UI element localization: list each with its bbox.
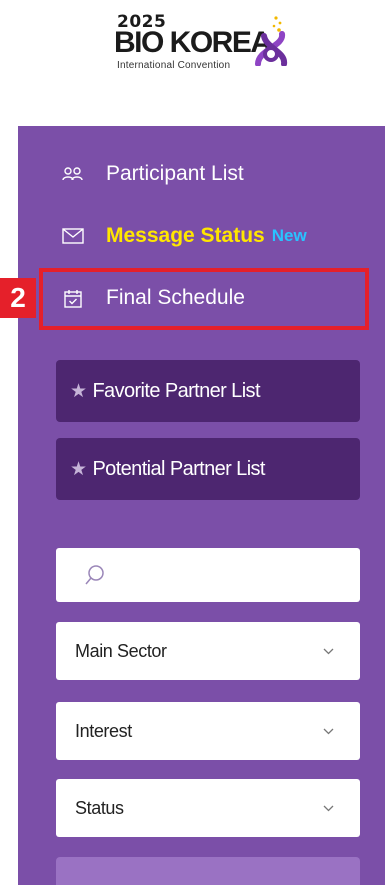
search-icon xyxy=(85,565,104,585)
search-submit-button[interactable] xyxy=(56,857,360,885)
chevron-down-icon xyxy=(323,648,334,655)
annotation-number: 2 xyxy=(0,278,36,318)
participant-list-label: Participant List xyxy=(106,162,244,185)
interest-label: Interest xyxy=(75,720,132,741)
favorite-partner-list-label: Favorite Partner List xyxy=(92,379,260,402)
status-label: Status xyxy=(75,797,124,818)
search-input[interactable] xyxy=(112,548,360,602)
logo-name: BIO KOREA xyxy=(114,26,272,59)
favorite-partner-list-button[interactable]: ★ Favorite Partner List xyxy=(56,360,360,422)
star-icon: ★ xyxy=(70,380,87,402)
main-sector-dropdown[interactable]: Main Sector xyxy=(56,622,360,680)
annotation-highlight-box xyxy=(39,268,369,330)
dna-helix-icon xyxy=(255,16,288,66)
logo-subtitle: International Convention xyxy=(117,60,231,71)
nav-message-status[interactable]: Message Status New xyxy=(62,220,307,252)
message-status-label: Message Status xyxy=(106,224,265,247)
chevron-down-icon xyxy=(323,805,334,812)
status-dropdown[interactable]: Status xyxy=(56,779,360,837)
interest-dropdown[interactable]: Interest xyxy=(56,702,360,760)
chevron-down-icon xyxy=(323,728,334,735)
main-sector-label: Main Sector xyxy=(75,640,167,661)
new-badge: New xyxy=(271,226,307,245)
envelope-icon xyxy=(62,226,84,246)
search-box[interactable] xyxy=(56,548,360,602)
bio-korea-logo[interactable]: 2025 BIO KOREA International Convention xyxy=(112,6,288,78)
potential-partner-list-label: Potential Partner List xyxy=(92,457,265,480)
nav-participant-list[interactable]: Participant List xyxy=(62,158,244,190)
star-icon: ★ xyxy=(70,458,87,480)
potential-partner-list-button[interactable]: ★ Potential Partner List xyxy=(56,438,360,500)
people-icon xyxy=(62,164,84,184)
